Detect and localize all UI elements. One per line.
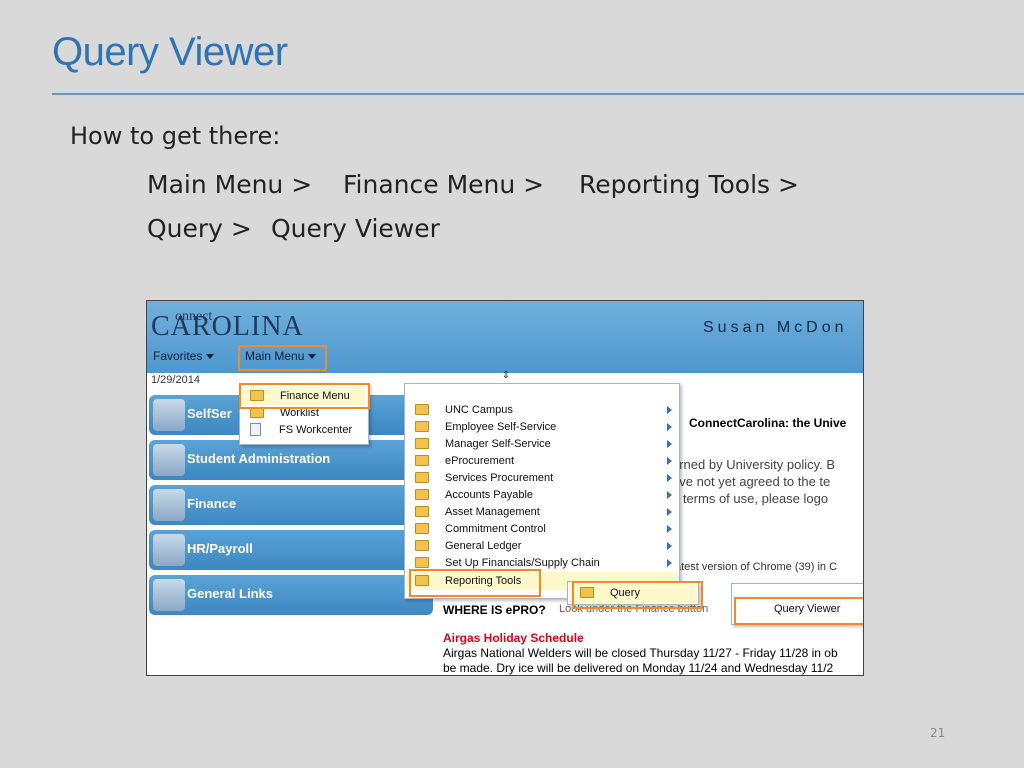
policy-line: erned by University policy. B bbox=[672, 457, 836, 472]
path-query-viewer: Query Viewer bbox=[271, 214, 440, 243]
logo: CAROLINA bbox=[151, 311, 304, 343]
chevron-right-icon bbox=[667, 440, 672, 448]
path-query: Query > bbox=[147, 214, 252, 243]
menu-item-label: Set Up Financials/Supply Chain bbox=[445, 557, 600, 569]
menu-item-label: Commitment Control bbox=[445, 523, 546, 535]
page-number: 21 bbox=[930, 726, 946, 740]
favorites-label: Favorites bbox=[153, 349, 203, 363]
chrome-notice: atest version of Chrome (39) in C bbox=[675, 561, 838, 573]
highlight-main-menu bbox=[238, 345, 327, 371]
folder-icon bbox=[415, 420, 429, 432]
tile-student-administration[interactable]: Student Administration bbox=[149, 440, 433, 480]
favorites-menu[interactable]: Favorites bbox=[153, 349, 215, 363]
path-main-menu: Main Menu > bbox=[147, 170, 313, 199]
logo-text: CAROLINA bbox=[151, 311, 304, 342]
menu-item-general-ledger[interactable]: General Ledger bbox=[415, 538, 521, 554]
airgas-text: Airgas National Welders will be closed T… bbox=[443, 646, 838, 660]
airgas-text: be made. Dry ice will be delivered on Mo… bbox=[443, 661, 834, 675]
slide-title: Query Viewer bbox=[52, 30, 288, 74]
folder-icon bbox=[415, 539, 429, 551]
folder-icon bbox=[415, 522, 429, 534]
menu-item-manager-self-service[interactable]: Manager Self-Service bbox=[415, 436, 551, 452]
path-finance-menu: Finance Menu > bbox=[343, 170, 545, 199]
menu-item-label: eProcurement bbox=[445, 455, 515, 467]
highlight-query-viewer bbox=[734, 597, 863, 625]
date-value: 1/29/2014 bbox=[151, 374, 200, 386]
chevron-right-icon bbox=[667, 474, 672, 482]
highlight-finance-menu bbox=[239, 383, 370, 409]
airgas-heading: Airgas Holiday Schedule bbox=[443, 631, 584, 645]
menu-item-label: General Ledger bbox=[445, 540, 522, 552]
tile-label: General Links bbox=[187, 586, 273, 601]
chevron-right-icon bbox=[667, 559, 672, 567]
where-is-epro-heading: WHERE IS ePRO? bbox=[443, 603, 546, 617]
policy-line: e terms of use, please logo bbox=[672, 491, 829, 506]
menu-item-label: Employee Self-Service bbox=[445, 421, 557, 433]
menu-item-employee-self-service[interactable]: Employee Self-Service bbox=[415, 419, 556, 435]
finance-menu-dropdown: UNC Campus Employee Self-Service Manager… bbox=[404, 383, 680, 599]
folder-icon bbox=[415, 471, 429, 483]
folder-icon bbox=[415, 437, 429, 449]
logo-connect-text: onnect bbox=[175, 309, 213, 324]
tile-label: Student Administration bbox=[187, 451, 331, 466]
sort-arrows-icon[interactable]: ⇕ bbox=[497, 370, 515, 384]
chevron-right-icon bbox=[667, 491, 672, 499]
tile-label: HR/Payroll bbox=[187, 541, 253, 556]
students-icon bbox=[153, 444, 185, 476]
menu-item-label: Accounts Payable bbox=[445, 489, 534, 501]
folder-icon bbox=[415, 454, 429, 466]
user-name: Susan McDon bbox=[703, 319, 848, 336]
folder-icon bbox=[415, 403, 429, 415]
path-reporting-tools: Reporting Tools > bbox=[579, 170, 799, 199]
menu-item-label: FS Workcenter bbox=[279, 424, 353, 436]
chevron-right-icon bbox=[667, 406, 672, 414]
tile-finance[interactable]: Finance bbox=[149, 485, 433, 525]
menu-item-label: Services Procurement bbox=[445, 472, 554, 484]
tile-general-links[interactable]: General Links bbox=[149, 575, 433, 615]
menu-item-label: Asset Management bbox=[445, 506, 540, 518]
menu-item-unc-campus[interactable]: UNC Campus bbox=[415, 402, 513, 418]
menu-item-services-procurement[interactable]: Services Procurement bbox=[415, 470, 553, 486]
menu-item-label: Manager Self-Service bbox=[445, 438, 551, 450]
people-icon bbox=[153, 399, 185, 431]
chevron-right-icon bbox=[667, 508, 672, 516]
tile-label: SelfSer bbox=[187, 406, 232, 421]
chevron-right-icon bbox=[667, 457, 672, 465]
chevron-down-icon bbox=[206, 354, 215, 360]
menu-item-fs-workcenter[interactable]: FS Workcenter bbox=[250, 422, 352, 438]
bank-icon bbox=[153, 489, 185, 521]
menu-item-eprocurement[interactable]: eProcurement bbox=[415, 453, 514, 469]
folder-icon bbox=[415, 556, 429, 568]
title-divider bbox=[52, 93, 1024, 95]
highlight-query bbox=[572, 581, 703, 609]
chevron-right-icon bbox=[667, 525, 672, 533]
employees-icon bbox=[153, 534, 185, 566]
folder-icon bbox=[415, 488, 429, 500]
content-title: ConnectCarolina: the Unive bbox=[689, 416, 847, 430]
chevron-right-icon bbox=[667, 423, 672, 431]
menu-item-commitment-control[interactable]: Commitment Control bbox=[415, 521, 546, 537]
chevron-right-icon bbox=[667, 542, 672, 550]
menu-item-label: UNC Campus bbox=[445, 404, 513, 416]
policy-line: ave not yet agreed to the te bbox=[672, 474, 831, 489]
menu-item-asset-management[interactable]: Asset Management bbox=[415, 504, 540, 520]
menu-item-accounts-payable[interactable]: Accounts Payable bbox=[415, 487, 533, 503]
document-icon bbox=[250, 422, 261, 436]
links-icon bbox=[153, 579, 185, 611]
how-to-label: How to get there: bbox=[70, 122, 281, 150]
connectcarolina-screenshot: CAROLINA onnect Susan McDon Favorites Ma… bbox=[146, 300, 864, 676]
tile-hr-payroll[interactable]: HR/Payroll bbox=[149, 530, 433, 570]
folder-icon bbox=[415, 505, 429, 517]
tile-label: Finance bbox=[187, 496, 237, 511]
highlight-reporting-tools bbox=[409, 569, 541, 597]
